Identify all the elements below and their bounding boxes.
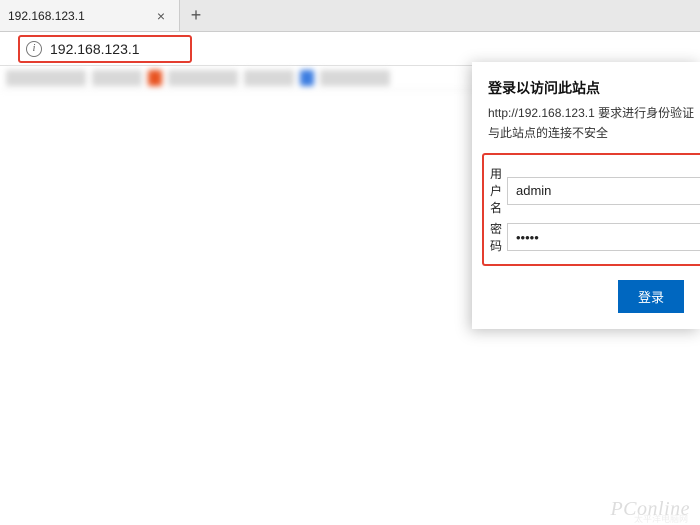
auth-title: 登录以访问此站点 (488, 78, 700, 98)
tab-title: 192.168.123.1 (8, 9, 153, 23)
password-label: 密码 (490, 220, 507, 254)
bookmark-item[interactable] (6, 70, 86, 86)
auth-subtext: http://192.168.123.1 要求进行身份验证 (488, 104, 700, 122)
username-label: 用户名 (490, 165, 507, 216)
password-input[interactable] (507, 223, 700, 251)
bookmark-item[interactable] (244, 70, 294, 86)
bookmark-item[interactable] (148, 70, 162, 86)
watermark-sub: 太平洋电脑网 (634, 512, 688, 525)
login-button[interactable]: 登录 (618, 280, 684, 313)
info-icon[interactable]: i (26, 41, 42, 57)
bookmark-item[interactable] (92, 70, 142, 86)
new-tab-button[interactable]: + (180, 0, 212, 31)
close-icon[interactable]: × (153, 6, 169, 26)
username-row: 用户名 (490, 165, 700, 216)
bookmark-item[interactable] (168, 70, 238, 86)
address-bar[interactable]: i 192.168.123.1 (18, 35, 192, 63)
auth-fields: 用户名 密码 (482, 153, 700, 266)
bookmark-item[interactable] (300, 70, 314, 86)
bookmark-item[interactable] (320, 70, 390, 86)
address-bar-row: i 192.168.123.1 (0, 32, 700, 66)
username-input[interactable] (507, 177, 700, 205)
auth-dialog: 登录以访问此站点 http://192.168.123.1 要求进行身份验证 与… (472, 62, 700, 329)
url-text: 192.168.123.1 (50, 41, 140, 57)
button-row: 登录 (488, 280, 700, 313)
password-row: 密码 (490, 220, 700, 254)
tab-strip: 192.168.123.1 × + (0, 0, 700, 32)
auth-warning: 与此站点的连接不安全 (488, 124, 700, 141)
browser-tab[interactable]: 192.168.123.1 × (0, 0, 180, 31)
